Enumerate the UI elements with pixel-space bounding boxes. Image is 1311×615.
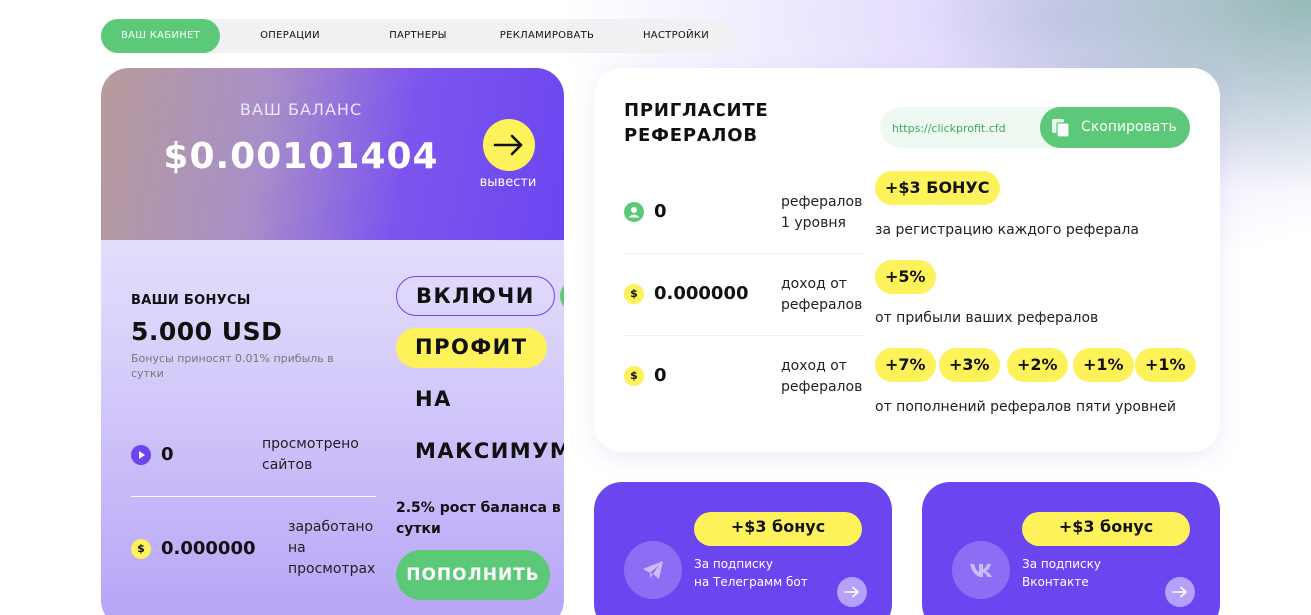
top-nav: ВАШ КАБИНЕТ ОПЕРАЦИИ ПАРТНЕРЫ РЕКЛАМИРОВ…: [101, 19, 736, 53]
profit-percent-badge: +5%: [875, 260, 936, 294]
user-icon: [624, 202, 644, 222]
withdraw-button[interactable]: [483, 119, 535, 171]
play-icon: [131, 445, 151, 465]
arrow-right-icon: [1172, 586, 1187, 598]
registration-bonus-desc: за регистрацию каждого реферала: [875, 222, 1139, 238]
level-badge-5: +1%: [1135, 348, 1196, 382]
tab-settings[interactable]: НАСТРОЙКИ: [621, 19, 731, 53]
telegram-icon-circle: [624, 541, 682, 599]
telegram-bonus-text: За подписку на Телеграмм бот: [694, 557, 808, 589]
stats-divider: [131, 496, 376, 497]
vk-bonus-badge: +$3 бонус: [1022, 512, 1190, 546]
vk-go-button[interactable]: [1165, 577, 1195, 607]
promo-word-4: МАКСИМУМ: [415, 439, 564, 463]
registration-bonus-badge: +$3 БОНУС: [875, 171, 1000, 205]
tab-advertise[interactable]: РЕКЛАМИРОВАТЬ: [488, 19, 606, 53]
deposit-levels-desc: от пополнений рефералов пяти уровней: [875, 399, 1177, 415]
copy-icon: [1052, 119, 1070, 138]
balance-value: $0.00101404: [163, 136, 439, 177]
referral-link-box: Скопировать: [880, 107, 1190, 148]
carousel-indicator: [560, 280, 564, 312]
views-label: просмотрено сайтов: [262, 436, 359, 473]
dollar-coin-icon: $: [131, 539, 151, 559]
balance-label: ВАШ БАЛАНС: [239, 100, 363, 119]
row-divider: [624, 253, 864, 254]
tab-operations[interactable]: ОПЕРАЦИИ: [235, 19, 345, 53]
referral-link-input[interactable]: [892, 118, 1030, 138]
tab-partners[interactable]: ПАРТНЕРЫ: [363, 19, 473, 53]
vk-bonus-text: За подписку Вконтакте: [1022, 557, 1101, 589]
copy-button[interactable]: Скопировать: [1040, 107, 1190, 148]
bonuses-note: Бонусы приносят 0.01% прибыль в сутки: [131, 352, 334, 380]
views-count: 0: [161, 444, 174, 465]
telegram-bonus-badge: +$3 бонус: [694, 512, 862, 546]
referral-card: ПРИГЛАСИТЕ РЕФЕРАЛОВ Скопировать 0 рефер…: [594, 68, 1220, 452]
dollar-coin-icon: $: [624, 366, 644, 386]
topup-button[interactable]: ПОПОЛНИТЬ: [396, 550, 550, 600]
referrals-income-value: 0.000000: [654, 283, 749, 304]
level-badge-3: +2%: [1007, 348, 1068, 382]
vk-bonus-card: +$3 бонус За подписку Вконтакте: [922, 482, 1220, 615]
copy-button-label: Скопировать: [1081, 119, 1177, 135]
earned-label: заработано на просмотрах: [288, 519, 376, 577]
promo-word-1: ВКЛЮЧИ: [396, 276, 555, 316]
row-divider: [624, 335, 864, 336]
dollar-coin-icon: $: [624, 284, 644, 304]
vk-icon: [970, 564, 992, 577]
bonuses-amount: 5.000 USD: [131, 317, 283, 346]
bonuses-title: ВАШИ БОНУСЫ: [131, 293, 251, 308]
growth-text: 2.5% рост баланса в сутки: [396, 500, 561, 537]
account-card: ВАШ БАЛАНС $0.00101404 вывести ВАШИ БОНУ…: [101, 68, 564, 615]
referrals-deposit-label: доход от рефералов: [781, 358, 863, 395]
tab-cabinet[interactable]: ВАШ КАБИНЕТ: [101, 19, 220, 53]
referral-title: ПРИГЛАСИТЕ РЕФЕРАЛОВ: [624, 100, 769, 146]
telegram-icon: [643, 561, 663, 579]
referrals-level1-label: рефералов 1 уровня: [781, 194, 863, 231]
telegram-bonus-card: +$3 бонус За подписку на Телеграмм бот: [594, 482, 892, 615]
arrow-right-icon: [493, 134, 523, 156]
earned-value: 0.000000: [161, 538, 256, 559]
withdraw-label[interactable]: вывести: [468, 175, 548, 190]
telegram-go-button[interactable]: [837, 577, 867, 607]
level-badge-4: +1%: [1073, 348, 1134, 382]
promo-word-2: ПРОФИТ: [396, 328, 547, 368]
referrals-deposit-value: 0: [654, 365, 667, 386]
level-badge-2: +3%: [939, 348, 1000, 382]
arrow-right-icon: [844, 586, 859, 598]
vk-icon-circle: [952, 541, 1010, 599]
referrals-level1-count: 0: [654, 201, 667, 222]
promo-word-3: НА: [415, 387, 452, 411]
balance-panel: ВАШ БАЛАНС $0.00101404 вывести: [101, 68, 564, 240]
referrals-income-label: доход от рефералов: [781, 276, 863, 313]
profit-percent-desc: от прибыли ваших рефералов: [875, 310, 1099, 326]
level-badge-1: +7%: [875, 348, 936, 382]
